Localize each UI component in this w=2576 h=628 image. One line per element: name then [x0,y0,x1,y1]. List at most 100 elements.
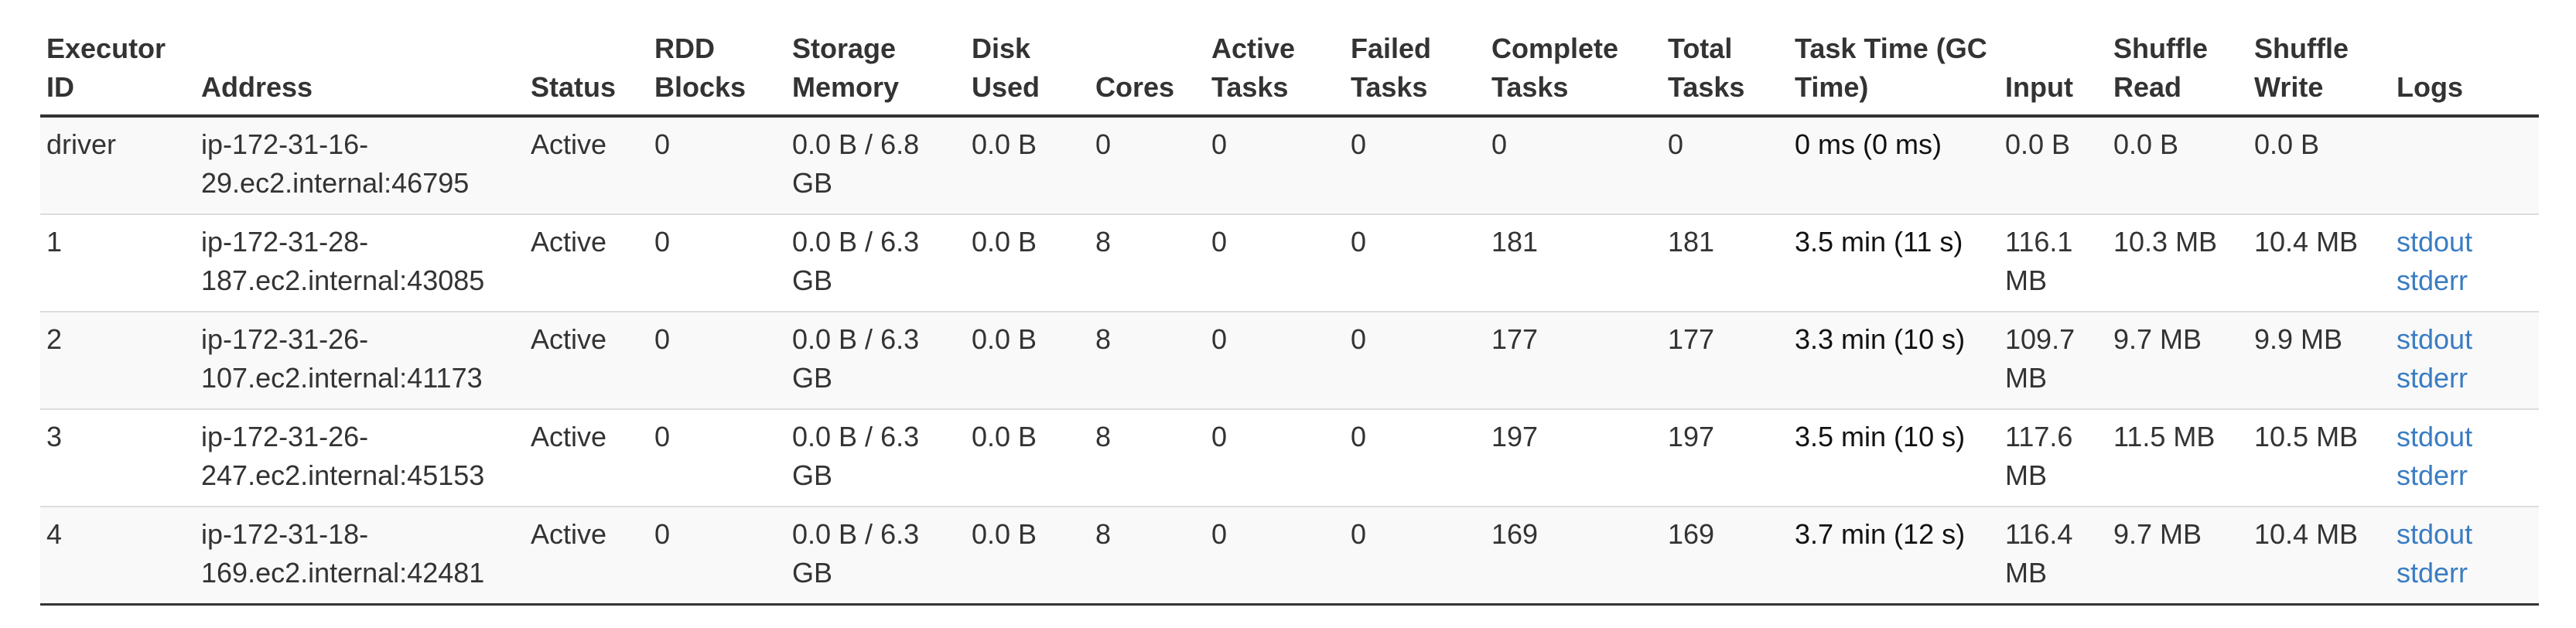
cell-address: ip-172-31-28-187.ec2.internal:43085 [195,213,524,312]
column-header-storage[interactable]: Storage Memory [786,29,965,118]
cell-cores: 8 [1089,213,1205,312]
cell-active: 0 [1205,408,1344,507]
log-link-stdout[interactable]: stdout [2397,515,2533,554]
cell-logs: stdout stderr [2390,506,2539,606]
cell-rdd: 0 [648,116,786,214]
cell-shuffle-write: 9.9 MB [2248,311,2390,409]
cell-failed: 0 [1344,408,1485,507]
column-header-shuffle-read[interactable]: Shuffle Read [2107,29,2248,118]
log-link-stdout[interactable]: stdout [2397,418,2533,456]
cell-disk: 0.0 B [965,116,1089,214]
cell-rdd: 0 [648,213,786,312]
column-header-failed[interactable]: Failed Tasks [1344,29,1485,118]
cell-address: ip-172-31-16-29.ec2.internal:46795 [195,116,524,214]
column-header-shuffle-write[interactable]: Shuffle Write [2248,29,2390,118]
cell-shuffle-read: 11.5 MB [2107,408,2248,507]
cell-tasktime: 3.7 min (12 s) [1789,506,1999,606]
cell-cores: 8 [1089,311,1205,409]
cell-failed: 0 [1344,311,1485,409]
cell-tasktime: 3.5 min (10 s) [1789,408,1999,507]
table-row: 3 ip-172-31-26-247.ec2.internal:45153 Acti… [40,408,2539,507]
cell-id: 1 [40,213,195,312]
cell-complete: 177 [1485,311,1662,409]
column-header-tasktime[interactable]: Task Time (GC Time) [1789,29,1999,118]
cell-rdd: 0 [648,408,786,507]
cell-active: 0 [1205,506,1344,606]
cell-status: Active [524,116,648,214]
log-link-stderr[interactable]: stderr [2397,554,2533,592]
column-header-total[interactable]: Total Tasks [1662,29,1789,118]
cell-complete: 0 [1485,116,1662,214]
cell-shuffle-read: 0.0 B [2107,116,2248,214]
cell-logs [2390,116,2539,214]
column-header-complete[interactable]: Complete Tasks [1485,29,1662,118]
cell-shuffle-read: 9.7 MB [2107,506,2248,606]
column-header-input[interactable]: Input [1999,29,2107,118]
table-row: 1 ip-172-31-28-187.ec2.internal:43085 Acti… [40,213,2539,312]
column-header-address[interactable]: Address [195,29,524,118]
cell-shuffle-write: 10.4 MB [2248,213,2390,312]
cell-storage: 0.0 B / 6.3 GB [786,506,965,606]
table-header-row: Executor ID Address Status RDD Blocks Storag… [40,29,2539,118]
column-header-logs[interactable]: Logs [2390,29,2539,118]
cell-storage: 0.0 B / 6.8 GB [786,116,965,214]
cell-address: ip-172-31-18-169.ec2.internal:42481 [195,506,524,606]
cell-disk: 0.0 B [965,311,1089,409]
cell-input: 0.0 B [1999,116,2107,214]
cell-disk: 0.0 B [965,408,1089,507]
cell-total: 177 [1662,311,1789,409]
cell-id: driver [40,116,195,214]
cell-tasktime: 3.5 min (11 s) [1789,213,1999,312]
cell-disk: 0.0 B [965,506,1089,606]
cell-storage: 0.0 B / 6.3 GB [786,408,965,507]
cell-active: 0 [1205,213,1344,312]
cell-tasktime: 3.3 min (10 s) [1789,311,1999,409]
cell-complete: 181 [1485,213,1662,312]
cell-shuffle-write: 10.5 MB [2248,408,2390,507]
column-header-active[interactable]: Active Tasks [1205,29,1344,118]
table-row: driver ip-172-31-16-29.ec2.internal:46795… [40,116,2539,214]
log-link-stderr[interactable]: stderr [2397,359,2533,398]
column-header-id[interactable]: Executor ID [40,29,195,118]
cell-failed: 0 [1344,116,1485,214]
cell-logs: stdout stderr [2390,408,2539,507]
cell-cores: 8 [1089,408,1205,507]
column-header-status[interactable]: Status [524,29,648,118]
cell-address: ip-172-31-26-247.ec2.internal:45153 [195,408,524,507]
cell-logs: stdout stderr [2390,213,2539,312]
cell-id: 2 [40,311,195,409]
log-link-stdout[interactable]: stdout [2397,320,2533,359]
cell-storage: 0.0 B / 6.3 GB [786,311,965,409]
cell-input: 117.6 MB [1999,408,2107,507]
cell-logs: stdout stderr [2390,311,2539,409]
cell-storage: 0.0 B / 6.3 GB [786,213,965,312]
cell-complete: 197 [1485,408,1662,507]
cell-rdd: 0 [648,506,786,606]
cell-cores: 8 [1089,506,1205,606]
cell-shuffle-read: 10.3 MB [2107,213,2248,312]
log-link-stderr[interactable]: stderr [2397,456,2533,495]
cell-disk: 0.0 B [965,213,1089,312]
cell-total: 197 [1662,408,1789,507]
cell-total: 0 [1662,116,1789,214]
cell-id: 4 [40,506,195,606]
log-link-stdout[interactable]: stdout [2397,223,2533,261]
cell-total: 169 [1662,506,1789,606]
table-row: 2 ip-172-31-26-107.ec2.internal:41173 Acti… [40,311,2539,409]
cell-status: Active [524,506,648,606]
executors-table: Executor ID Address Status RDD Blocks Storag… [40,29,2539,606]
column-header-cores[interactable]: Cores [1089,29,1205,118]
log-link-stderr[interactable]: stderr [2397,261,2533,300]
cell-input: 116.1 MB [1999,213,2107,312]
cell-failed: 0 [1344,506,1485,606]
cell-complete: 169 [1485,506,1662,606]
cell-shuffle-write: 0.0 B [2248,116,2390,214]
cell-address: ip-172-31-26-107.ec2.internal:41173 [195,311,524,409]
column-header-disk[interactable]: Disk Used [965,29,1089,118]
table-row: 4 ip-172-31-18-169.ec2.internal:42481 Acti… [40,506,2539,606]
column-header-rdd[interactable]: RDD Blocks [648,29,786,118]
cell-active: 0 [1205,116,1344,214]
cell-total: 181 [1662,213,1789,312]
table-body: driver ip-172-31-16-29.ec2.internal:46795… [40,116,2539,606]
executors-table-container: Executor ID Address Status RDD Blocks Storag… [40,29,2539,606]
